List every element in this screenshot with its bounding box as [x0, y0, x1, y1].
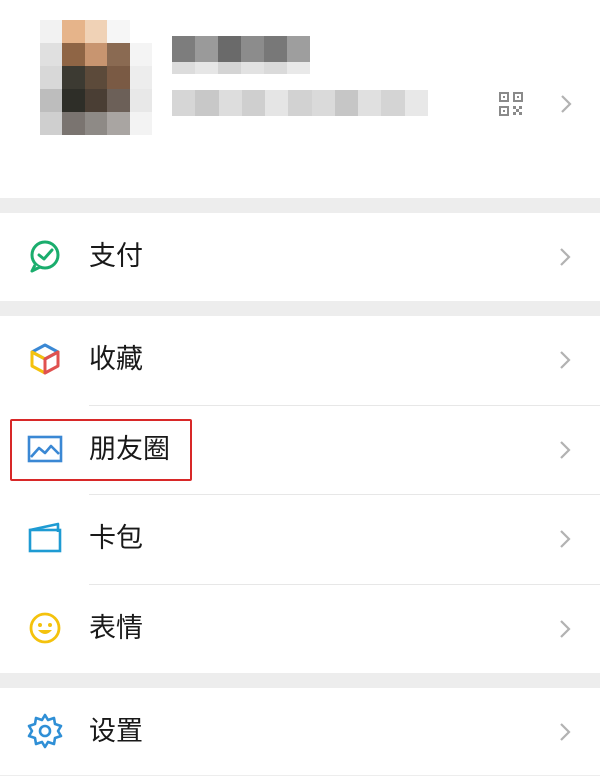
menu-group-pay: 支付 — [0, 213, 600, 301]
menu-item-settings[interactable]: 设置 — [0, 688, 600, 776]
smiley-icon — [29, 612, 61, 644]
menu-item-label: 收藏 — [89, 344, 143, 375]
profile-header[interactable] — [0, 0, 600, 198]
nickname-blurred — [172, 36, 310, 62]
avatar[interactable] — [40, 20, 152, 135]
chevron-right-icon — [560, 441, 571, 459]
menu-item-label: 设置 — [89, 716, 143, 747]
gear-icon — [27, 713, 63, 749]
menu-group-settings: 设置 — [0, 688, 600, 775]
qr-code-icon[interactable] — [498, 91, 524, 117]
menu-item-label: 表情 — [89, 613, 143, 644]
wechat-id-blurred — [172, 90, 428, 116]
menu-item-pay[interactable]: 支付 — [0, 213, 600, 301]
chevron-right-icon[interactable] — [559, 93, 573, 115]
card-wallet-icon — [28, 522, 62, 553]
menu-group-main: 收藏 朋友圈 卡包 表情 — [0, 316, 600, 673]
chevron-right-icon — [560, 351, 571, 369]
menu-item-label: 卡包 — [89, 523, 143, 554]
chevron-right-icon — [560, 723, 571, 741]
moments-highlight-box — [10, 419, 192, 481]
chevron-right-icon — [560, 248, 571, 266]
favorites-cube-icon — [30, 343, 60, 375]
menu-item-label: 支付 — [89, 241, 143, 272]
menu-item-stickers[interactable]: 表情 — [0, 585, 600, 673]
nickname-blurred-shadow — [172, 62, 310, 74]
chevron-right-icon — [560, 530, 571, 548]
menu-item-cards[interactable]: 卡包 — [0, 495, 600, 583]
chevron-right-icon — [560, 620, 571, 638]
wechat-pay-icon — [30, 240, 60, 273]
menu-item-favorites[interactable]: 收藏 — [0, 316, 600, 404]
